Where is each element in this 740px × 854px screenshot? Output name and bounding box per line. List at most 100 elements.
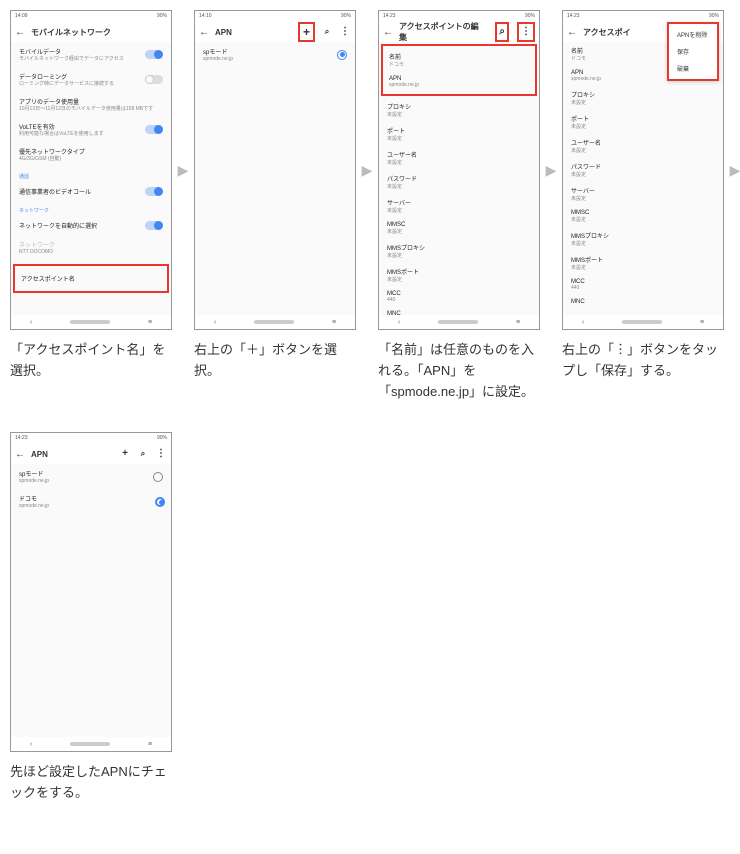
- more-icon[interactable]: ⋮: [339, 26, 351, 38]
- apn-entry-spmode[interactable]: spモードspmode.ne.jp: [19, 464, 163, 489]
- phone-screen-4: 14:23 90% ← アクセスポイ APNを削除 保存 破棄 名前ドコモ AP…: [562, 10, 724, 330]
- nav-bar: ‹ ≡: [11, 315, 171, 329]
- nav-bar: ‹ ≡: [563, 315, 723, 329]
- radio-selected[interactable]: [337, 50, 347, 60]
- toggle-auto-select[interactable]: [145, 221, 163, 230]
- field-mms-port[interactable]: MMSポート未設定: [387, 263, 531, 287]
- field-mcc[interactable]: MCC440: [387, 287, 531, 307]
- more-icon[interactable]: ⋮: [155, 448, 167, 460]
- field-mms-proxy[interactable]: MMSプロキシ未設定: [571, 227, 715, 251]
- radio-selected[interactable]: [155, 497, 165, 507]
- caption-2: 右上の「＋」ボタンを選択。: [194, 340, 356, 382]
- toggle-roaming[interactable]: [145, 75, 163, 84]
- field-pass[interactable]: パスワード未設定: [387, 170, 531, 194]
- status-time: 14:10: [199, 13, 212, 22]
- apn-row[interactable]: アクセスポイント名: [13, 264, 169, 293]
- apn-entry[interactable]: spモードspmode.ne.jp: [203, 42, 347, 67]
- nav-back-icon[interactable]: ‹: [30, 319, 32, 326]
- app-usage-row[interactable]: アプリのデータ使用量 10月13日〜11月12日のモバイルデータ使用量は158 …: [19, 92, 163, 117]
- network-disabled-row: ネットワーク NTT DOCOMO: [19, 235, 163, 260]
- nav-back-icon[interactable]: ‹: [398, 319, 400, 326]
- nav-recent-icon[interactable]: ≡: [332, 319, 336, 326]
- field-port[interactable]: ポート未設定: [571, 110, 715, 134]
- title-bar: ← アクセスポイントの編集 ⌕ ⋮: [379, 22, 539, 42]
- menu-discard[interactable]: 破棄: [669, 60, 717, 77]
- nav-recent-icon[interactable]: ≡: [148, 741, 152, 748]
- arrow-icon: ▶: [728, 10, 740, 330]
- volte-row[interactable]: VoLTEを有効利用可能な場合はVoLTEを使用します: [19, 117, 163, 142]
- menu-delete-apn[interactable]: APNを削除: [669, 26, 717, 43]
- caption-5: 先ほど設定したAPNにチェックをする。: [10, 762, 172, 804]
- field-server[interactable]: サーバー未設定: [571, 182, 715, 206]
- nav-home-icon[interactable]: [622, 320, 662, 324]
- phone-screen-3: 14:23 90% ← アクセスポイントの編集 ⌕ ⋮ 名前ドコモ APNspm…: [378, 10, 540, 330]
- field-server[interactable]: サーバー未設定: [387, 194, 531, 218]
- auto-select-row[interactable]: ネットワークを自動的に選択: [19, 216, 163, 235]
- toggle-volte[interactable]: [145, 125, 163, 134]
- field-user[interactable]: ユーザー名未設定: [387, 146, 531, 170]
- back-icon[interactable]: ←: [383, 27, 393, 38]
- field-mnc[interactable]: MNC: [387, 307, 531, 315]
- field-mmsc[interactable]: MMSC未設定: [387, 218, 531, 239]
- page-title: モバイルネットワーク: [31, 27, 111, 38]
- field-mcc[interactable]: MCC440: [571, 275, 715, 295]
- phone-screen-2: 14:10 90% ← APN + ⌕ ⋮ spモードspmode.ne.jp …: [194, 10, 356, 330]
- status-time: 14:23: [383, 13, 396, 22]
- nav-back-icon[interactable]: ‹: [30, 741, 32, 748]
- status-battery: 90%: [709, 13, 719, 22]
- field-apn[interactable]: APNspmode.ne.jp: [389, 72, 529, 92]
- back-icon[interactable]: ←: [567, 27, 577, 38]
- status-time: 14:23: [567, 13, 580, 22]
- title-bar: ← APN + ⌕ ⋮: [11, 444, 171, 464]
- nav-back-icon[interactable]: ‹: [214, 319, 216, 326]
- status-time: 14:23: [15, 435, 28, 444]
- nav-recent-icon[interactable]: ≡: [148, 319, 152, 326]
- field-name[interactable]: 名前ドコモ: [389, 48, 529, 72]
- page-title: アクセスポイントの編集: [399, 21, 483, 43]
- search-icon[interactable]: ⌕: [495, 22, 509, 42]
- status-bar: 14:10 90%: [195, 11, 355, 22]
- nav-home-icon[interactable]: [438, 320, 478, 324]
- field-user[interactable]: ユーザー名未設定: [571, 134, 715, 158]
- field-mnc[interactable]: MNC: [571, 295, 715, 309]
- status-battery: 90%: [341, 13, 351, 22]
- nav-home-icon[interactable]: [70, 320, 110, 324]
- field-pass[interactable]: パスワード未設定: [571, 158, 715, 182]
- nav-bar: ‹ ≡: [379, 315, 539, 329]
- net-type-row[interactable]: 優先ネットワークタイプ 4G/3G/GSM (自動): [19, 142, 163, 167]
- add-button[interactable]: +: [119, 448, 131, 460]
- search-icon[interactable]: ⌕: [137, 448, 149, 460]
- radio-unselected[interactable]: [153, 472, 163, 482]
- back-icon[interactable]: ←: [199, 27, 209, 38]
- field-mmsc[interactable]: MMSC未設定: [571, 206, 715, 227]
- arrow-icon: ▶: [360, 10, 374, 330]
- nav-back-icon[interactable]: ‹: [582, 319, 584, 326]
- field-proxy[interactable]: プロキシ未設定: [387, 98, 531, 122]
- status-bar: 14:23 90%: [11, 433, 171, 444]
- search-icon[interactable]: ⌕: [321, 26, 333, 38]
- field-mms-proxy[interactable]: MMSプロキシ未設定: [387, 239, 531, 263]
- mobile-data-row[interactable]: モバイルデータモバイルネットワーク経由でデータにアクセス: [19, 42, 163, 67]
- toggle-mobile-data[interactable]: [145, 50, 163, 59]
- nav-recent-icon[interactable]: ≡: [516, 319, 520, 326]
- overflow-menu: APNを削除 保存 破棄: [667, 22, 719, 81]
- nav-recent-icon[interactable]: ≡: [700, 319, 704, 326]
- apn-entry-docomo[interactable]: ドコモspmode.ne.jp: [19, 489, 163, 514]
- add-button[interactable]: +: [298, 22, 315, 42]
- field-proxy[interactable]: プロキシ未設定: [571, 86, 715, 110]
- more-icon[interactable]: ⋮: [517, 22, 535, 42]
- toggle-video-call[interactable]: [145, 187, 163, 196]
- menu-save[interactable]: 保存: [669, 43, 717, 60]
- status-battery: 90%: [157, 435, 167, 444]
- nav-home-icon[interactable]: [70, 742, 110, 746]
- nav-home-icon[interactable]: [254, 320, 294, 324]
- field-mms-port[interactable]: MMSポート未設定: [571, 251, 715, 275]
- video-call-row[interactable]: 通信事業者のビデオコール: [19, 182, 163, 201]
- caption-3: 「名前」は任意のものを入れる。「APN」を「spmode.ne.jp」に設定。: [378, 340, 540, 402]
- status-bar: 14:09 90%: [11, 11, 171, 22]
- roaming-row[interactable]: データローミングローミング時にデータサービスに接続する: [19, 67, 163, 92]
- field-port[interactable]: ポート未設定: [387, 122, 531, 146]
- phone-screen-1: 14:09 90% ← モバイルネットワーク モバイルデータモバイルネットワーク…: [10, 10, 172, 330]
- back-icon[interactable]: ←: [15, 27, 25, 38]
- back-icon[interactable]: ←: [15, 449, 25, 460]
